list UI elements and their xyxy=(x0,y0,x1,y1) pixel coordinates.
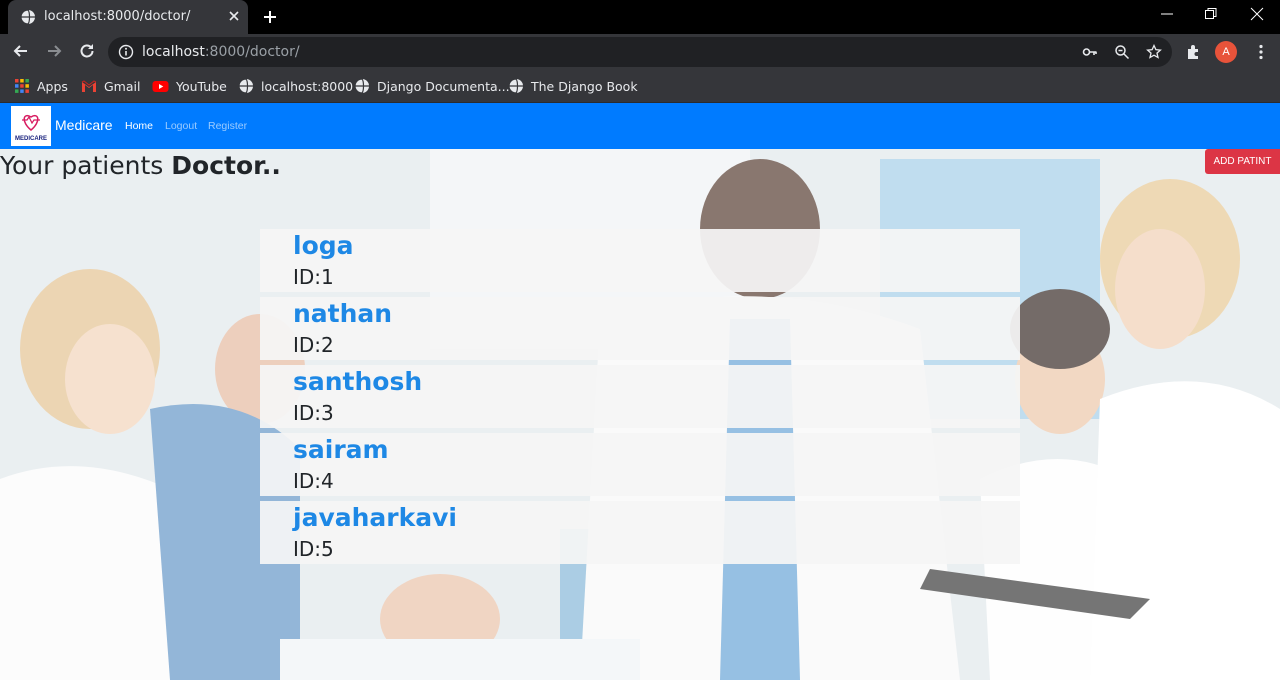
address-bar[interactable]: localhost:8000/doctor/ xyxy=(108,37,1172,67)
menu-kebab-icon[interactable] xyxy=(1252,43,1270,61)
key-icon[interactable] xyxy=(1082,44,1098,60)
tab-title: localhost:8000/doctor/ xyxy=(44,9,191,24)
patient-name[interactable]: sairam xyxy=(293,435,389,464)
patient-name[interactable]: santhosh xyxy=(293,367,422,396)
close-icon[interactable] xyxy=(226,8,242,24)
patient-name[interactable]: loga xyxy=(293,231,354,260)
patient-name[interactable]: nathan xyxy=(293,299,392,328)
forward-icon[interactable] xyxy=(45,42,63,60)
patient-id: ID:5 xyxy=(293,537,334,561)
bookmark-youtube[interactable]: YouTube xyxy=(152,76,227,96)
bookmark-label: Gmail xyxy=(104,78,141,94)
patient-card[interactable]: sairam ID:4 xyxy=(260,433,1020,496)
bookmark-localhost[interactable]: localhost:8000 xyxy=(238,76,353,96)
url-host: localhost xyxy=(142,44,205,60)
globe-icon xyxy=(20,9,35,25)
globe-icon xyxy=(508,78,523,94)
globe-icon xyxy=(238,78,253,94)
site-navbar: MEDICARE Medicare Home Logout Register xyxy=(0,103,1280,149)
patient-card[interactable]: santhosh ID:3 xyxy=(260,365,1020,428)
patient-id: ID:4 xyxy=(293,469,334,493)
youtube-icon xyxy=(152,80,169,92)
title-prefix: Your patients xyxy=(0,151,172,180)
patient-list: loga ID:1 nathan ID:2 santhosh ID:3 sair… xyxy=(260,229,1020,569)
reload-icon[interactable] xyxy=(78,42,96,60)
browser-tab[interactable]: localhost:8000/doctor/ xyxy=(8,0,248,34)
back-icon[interactable] xyxy=(12,42,30,60)
patient-id: ID:2 xyxy=(293,333,334,357)
bookmark-apps[interactable]: Apps xyxy=(14,76,68,96)
patient-card[interactable]: javaharkavi ID:5 xyxy=(260,501,1020,564)
browser-toolbar: localhost:8000/doctor/ A xyxy=(0,34,1280,70)
url-path: :8000/doctor/ xyxy=(204,44,300,60)
patient-card[interactable]: nathan ID:2 xyxy=(260,297,1020,360)
bookmark-django-docs[interactable]: Django Documenta... xyxy=(354,76,510,96)
bookmark-label: The Django Book xyxy=(531,78,638,94)
tab-strip: localhost:8000/doctor/ xyxy=(0,0,1280,34)
bookmark-gmail[interactable]: Gmail xyxy=(81,76,140,96)
heart-logo-icon: MEDICARE xyxy=(15,115,47,142)
logo-text: MEDICARE xyxy=(15,136,47,142)
patient-name[interactable]: javaharkavi xyxy=(293,503,457,532)
new-tab-icon[interactable] xyxy=(262,9,278,25)
brand-name[interactable]: Medicare xyxy=(55,117,113,133)
nav-link-logout[interactable]: Logout xyxy=(165,120,197,132)
url-text: localhost:8000/doctor/ xyxy=(142,44,300,60)
bookmark-label: localhost:8000 xyxy=(261,78,354,94)
bookmarks-bar: Apps Gmail YouTube localhost:8000 Django… xyxy=(0,70,1280,103)
bookmark-django-book[interactable]: The Django Book xyxy=(508,76,638,96)
web-page: MEDICARE Medicare Home Logout Register Y… xyxy=(0,103,1280,680)
profile-avatar[interactable]: A xyxy=(1215,41,1237,63)
apps-grid-icon xyxy=(15,79,29,93)
window-close-icon[interactable] xyxy=(1250,7,1264,21)
page-title: Your patients Doctor.. xyxy=(0,151,281,180)
patient-id: ID:1 xyxy=(293,265,334,289)
title-strong: Doctor.. xyxy=(171,151,281,180)
star-icon[interactable] xyxy=(1146,44,1162,60)
minimize-icon[interactable] xyxy=(1160,7,1174,21)
medicare-logo[interactable]: MEDICARE xyxy=(11,106,51,146)
patient-id: ID:3 xyxy=(293,401,334,425)
extensions-icon[interactable] xyxy=(1185,43,1203,61)
bookmark-label: Apps xyxy=(37,78,68,94)
restore-icon[interactable] xyxy=(1204,7,1218,21)
info-icon[interactable] xyxy=(118,44,134,60)
gmail-icon xyxy=(81,79,97,92)
nav-link-register[interactable]: Register xyxy=(208,120,247,132)
bookmark-label: YouTube xyxy=(176,78,227,94)
globe-icon xyxy=(354,78,369,94)
zoom-icon[interactable] xyxy=(1114,44,1130,60)
add-patient-button[interactable]: ADD PATINT xyxy=(1205,149,1280,174)
bookmark-label: Django Documenta... xyxy=(377,78,510,94)
patient-card[interactable]: loga ID:1 xyxy=(260,229,1020,292)
nav-link-home[interactable]: Home xyxy=(125,120,153,132)
